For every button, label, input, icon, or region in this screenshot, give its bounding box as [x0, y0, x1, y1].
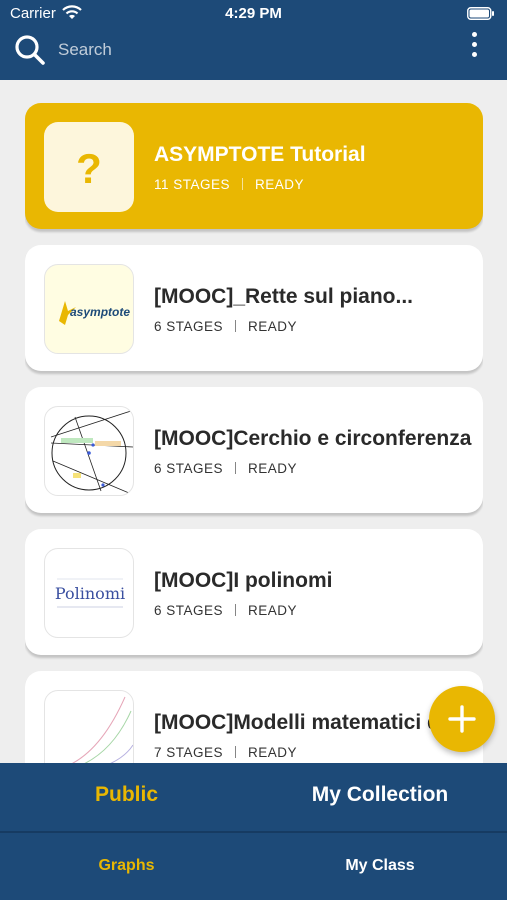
graph-card[interactable]: [MOOC]Cerchio e circonferenza 6 STAGES RE…	[25, 387, 483, 513]
status-time: 4:29 PM	[225, 5, 282, 22]
graph-thumbnail: Polinomi	[44, 548, 134, 638]
svg-text:asymptote: asymptote	[70, 305, 130, 319]
graph-thumbnail	[44, 690, 134, 763]
question-mark-icon: ?	[76, 145, 102, 192]
meta-divider	[235, 462, 237, 474]
app-header: Carrier 4:29 PM	[0, 0, 507, 80]
graph-status: READY	[248, 745, 298, 760]
battery-icon	[467, 7, 495, 24]
circle-diagram-thumbnail	[50, 410, 133, 494]
graph-card[interactable]: asymptote [MOOC]_Rette sul piano... 6 ST…	[25, 245, 483, 371]
search-icon[interactable]	[14, 34, 46, 71]
plus-icon	[448, 705, 476, 733]
graph-meta: 11 STAGES READY	[154, 177, 304, 192]
status-bar: Carrier 4:29 PM	[0, 0, 507, 28]
curves-thumbnail	[71, 696, 133, 763]
graph-stages: 6 STAGES	[154, 603, 224, 618]
search-input[interactable]	[58, 38, 438, 62]
graph-status: READY	[248, 603, 298, 618]
graph-title: ASYMPTOTE Tutorial	[154, 143, 366, 166]
svg-text:Polinomi: Polinomi	[55, 584, 125, 603]
graph-thumbnail: ?	[44, 122, 134, 212]
graph-title: [MOOC]Cerchio e circonferenza	[154, 427, 472, 450]
polinomi-thumbnail: Polinomi	[55, 578, 125, 608]
segment-control: Public My Collection	[0, 763, 507, 831]
graph-card[interactable]: Polinomi [MOOC]I polinomi 6 STAGES READY	[25, 529, 483, 655]
graph-stages: 6 STAGES	[154, 319, 224, 334]
graph-meta: 6 STAGES READY	[154, 319, 297, 334]
graph-status: READY	[248, 319, 298, 334]
graph-meta: 7 STAGES READY	[154, 745, 297, 760]
graph-title: [MOOC]Modelli matematici di...	[154, 711, 464, 734]
graph-list: ? ASYMPTOTE Tutorial 11 STAGES READY asym…	[25, 103, 483, 763]
graph-status: READY	[255, 177, 305, 192]
graph-status: READY	[248, 461, 298, 476]
graph-thumbnail: asymptote	[44, 264, 134, 354]
graph-stages: 11 STAGES	[154, 177, 231, 192]
more-vertical-icon[interactable]	[469, 32, 479, 60]
graph-meta: 6 STAGES READY	[154, 603, 297, 618]
asymptote-logo: asymptote	[59, 301, 130, 325]
bottom-tab-bar: Graphs My Class	[0, 831, 507, 900]
meta-divider	[235, 746, 237, 758]
tab-graphs[interactable]: Graphs	[0, 857, 253, 875]
segment-public[interactable]: Public	[0, 783, 253, 807]
graph-card[interactable]: [MOOC]Modelli matematici di... 7 STAGES R…	[25, 671, 483, 763]
graph-card-tutorial[interactable]: ? ASYMPTOTE Tutorial 11 STAGES READY	[25, 103, 483, 229]
graph-title: [MOOC]_Rette sul piano...	[154, 285, 414, 308]
graph-meta: 6 STAGES READY	[154, 461, 297, 476]
graph-stages: 6 STAGES	[154, 461, 224, 476]
add-graph-button[interactable]	[429, 686, 495, 752]
segment-my-collection[interactable]: My Collection	[253, 783, 507, 807]
tab-my-class[interactable]: My Class	[253, 857, 507, 875]
graph-thumbnail	[44, 406, 134, 496]
graph-title: [MOOC]I polinomi	[154, 569, 333, 592]
meta-divider	[235, 320, 237, 332]
meta-divider	[235, 604, 237, 616]
svg-text:?: ?	[76, 145, 102, 192]
graph-stages: 7 STAGES	[154, 745, 224, 760]
meta-divider	[242, 178, 244, 190]
